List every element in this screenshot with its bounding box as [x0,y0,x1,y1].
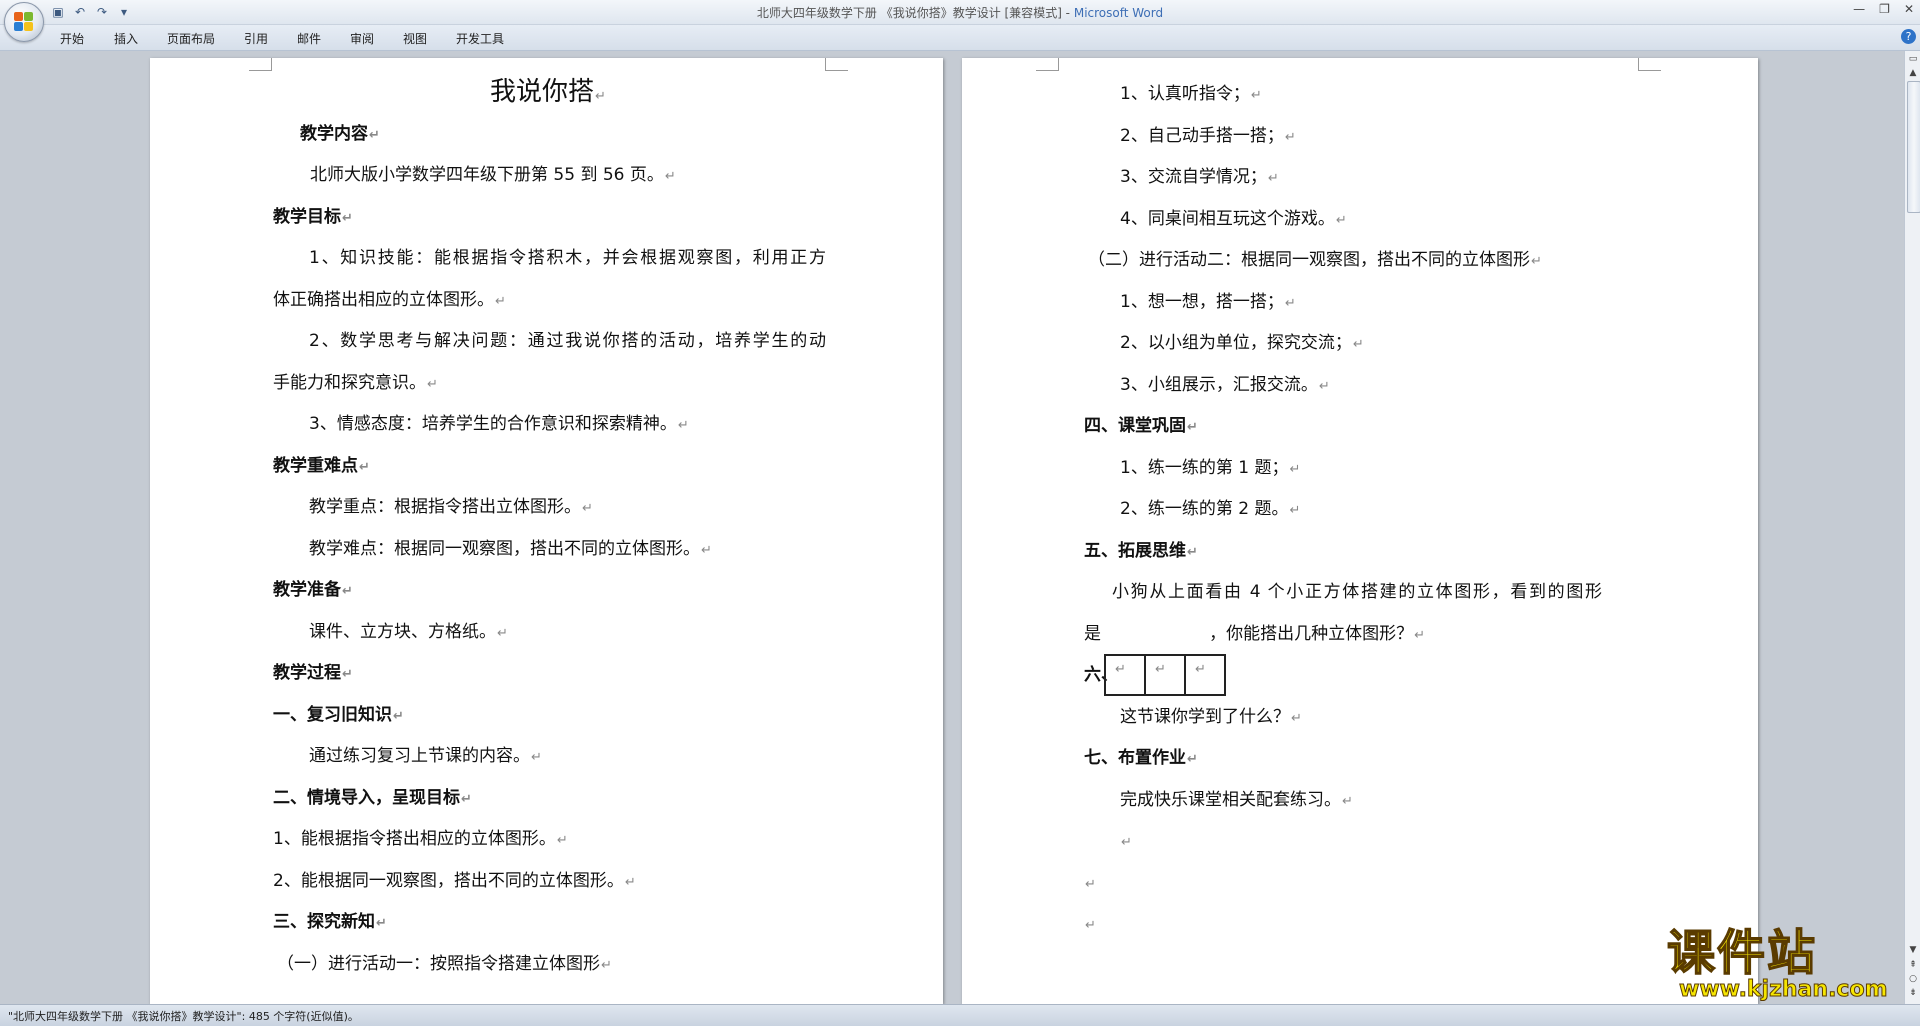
grid-cell: ↵ [1144,654,1186,696]
tab-review[interactable]: 审阅 [350,30,374,47]
doc-line: 1、能根据指令搭出相应的立体图形。↵ [273,829,568,849]
status-word-count: "北师大四年级数学下册 《我说你搭》教学设计": 485 个字符(近似值)。 [8,1010,359,1023]
ribbon-tabs: 开始 插入 页面布局 引用 邮件 审阅 视图 开发工具 ? [0,25,1920,51]
crop-mark [249,58,272,71]
doc-line: 2、自己动手搭一搭；↵ [1120,126,1296,146]
doc-line: 完成快乐课堂相关配套练习。↵ [1120,790,1353,810]
minimize-icon[interactable]: — [1853,2,1865,16]
doc-line: 五、拓展思维↵ [1084,541,1198,561]
doc-line: 是 ，你能搭出几种立体图形？↵ [1084,624,1425,644]
document-workspace: 我说你搭↵ 教学内容↵ 北师大版小学数学四年级下册第 55 到 56 页。↵ 教… [0,51,1904,1004]
doc-line: 2、以小组为单位，探究交流；↵ [1120,333,1364,353]
tab-developer[interactable]: 开发工具 [456,30,504,47]
tab-page-layout[interactable]: 页面布局 [167,30,215,47]
tab-mailings[interactable]: 邮件 [297,30,321,47]
doc-line: ↵ [1085,918,1096,933]
close-icon[interactable]: ✕ [1904,2,1914,16]
office-button[interactable] [4,2,44,42]
doc-line: ↵ [1085,877,1096,892]
doc-line: 小狗从上面看由 4 个小正方体搭建的立体图形，看到的图形 [1112,582,1602,602]
doc-line: 教学内容↵ [300,124,380,144]
ruler-toggle-icon[interactable]: ▭ [1907,53,1919,65]
page-right[interactable]: 1、认真听指令；↵ 2、自己动手搭一搭；↵ 3、交流自学情况；↵ 4、同桌间相互… [962,58,1758,1004]
help-icon[interactable]: ? [1901,29,1916,44]
doc-line: 1、知识技能：能根据指令搭积木，并会根据观察图，利用正方 [309,248,826,268]
tab-references[interactable]: 引用 [244,30,268,47]
tab-home[interactable]: 开始 [60,30,84,47]
crop-mark [825,58,848,71]
window-title: 北师大四年级数学下册 《我说你搭》教学设计 [兼容模式] - Microsoft… [0,4,1920,21]
scroll-thumb[interactable] [1907,81,1920,213]
doc-line: 1、练一练的第 1 题；↵ [1120,458,1301,478]
doc-line: 教学准备↵ [273,580,353,600]
doc-line: （一）进行活动一：按照指令搭建立体图形↵ [277,954,612,974]
document-title: 北师大四年级数学下册 《我说你搭》教学设计 [兼容模式] - [756,6,1074,20]
doc-line: 一、复习旧知识↵ [273,705,404,725]
doc-line: 七、布置作业↵ [1084,748,1198,768]
status-bar: "北师大四年级数学下册 《我说你搭》教学设计": 485 个字符(近似值)。 [0,1004,1920,1026]
watermark-logo: 课件站 www.kjzhan.com [1665,924,1910,1003]
top-view-figure: ↵ ↵ ↵ [1104,654,1226,696]
watermark-title: 课件站 [1666,924,1818,982]
doc-line: 教学重难点↵ [273,456,370,476]
doc-line: 1、认真听指令；↵ [1120,84,1262,104]
doc-line: ↵ [1121,835,1132,850]
doc-line: 四、课堂巩固↵ [1084,416,1198,436]
doc-line: 通过练习复习上节课的内容。↵ [309,746,542,766]
tab-view[interactable]: 视图 [403,30,427,47]
doc-line: 1、想一想，搭一搭；↵ [1120,292,1296,312]
doc-line: 我说你搭↵ [490,77,606,107]
page-left[interactable]: 我说你搭↵ 教学内容↵ 北师大版小学数学四年级下册第 55 到 56 页。↵ 教… [150,58,943,1004]
watermark-url: www.kjzhan.com [1679,977,1889,1003]
doc-line: 体正确搭出相应的立体图形。↵ [273,290,506,310]
doc-line: 4、同桌间相互玩这个游戏。↵ [1120,209,1347,229]
window-controls: — ❐ ✕ [1853,2,1914,16]
doc-line: 这节课你学到了什么？↵ [1120,707,1302,727]
tab-insert[interactable]: 插入 [114,30,138,47]
office-logo-icon [14,12,34,32]
doc-line: 手能力和探究意识。↵ [273,373,438,393]
doc-line: 2、能根据同一观察图，搭出不同的立体图形。↵ [273,871,636,891]
crop-mark [1638,58,1661,71]
doc-line: 二、情境导入，呈现目标↵ [273,788,472,808]
doc-line: 2、练一练的第 2 题。↵ [1120,499,1301,519]
restore-icon[interactable]: ❐ [1879,2,1890,16]
doc-line: 3、情感态度：培养学生的合作意识和探索精神。↵ [309,414,689,434]
doc-line: 3、小组展示，汇报交流。↵ [1120,375,1330,395]
app-name: Microsoft Word [1073,6,1164,20]
doc-line: 3、交流自学情况；↵ [1120,167,1279,187]
grid-cell: ↵ [1184,654,1226,696]
grid-cell: ↵ [1104,654,1146,696]
doc-line: 教学重点：根据指令搭出立体图形。↵ [309,497,593,517]
doc-line: 教学过程↵ [273,663,353,683]
title-bar: ▣ ↶ ↷ ▾ 北师大四年级数学下册 《我说你搭》教学设计 [兼容模式] - M… [0,0,1920,25]
scroll-up-icon[interactable]: ▲ [1907,67,1919,79]
doc-line: 教学难点：根据同一观察图，搭出不同的立体图形。↵ [309,539,712,559]
doc-line: （二）进行活动二：根据同一观察图，搭出不同的立体图形↵ [1088,250,1542,270]
doc-line: 教学目标↵ [273,207,353,227]
doc-line: 三、探究新知↵ [273,912,387,932]
crop-mark [1036,58,1059,71]
doc-line: 2、数学思考与解决问题：通过我说你搭的活动，培养学生的动 [309,331,826,351]
vertical-scrollbar[interactable]: ▭ ▲ ▼ ⇞ ○ ⇟ [1904,51,1920,1004]
doc-line: 课件、立方块、方格纸。↵ [309,622,508,642]
doc-line: 北师大版小学数学四年级下册第 55 到 56 页。↵ [310,165,676,185]
